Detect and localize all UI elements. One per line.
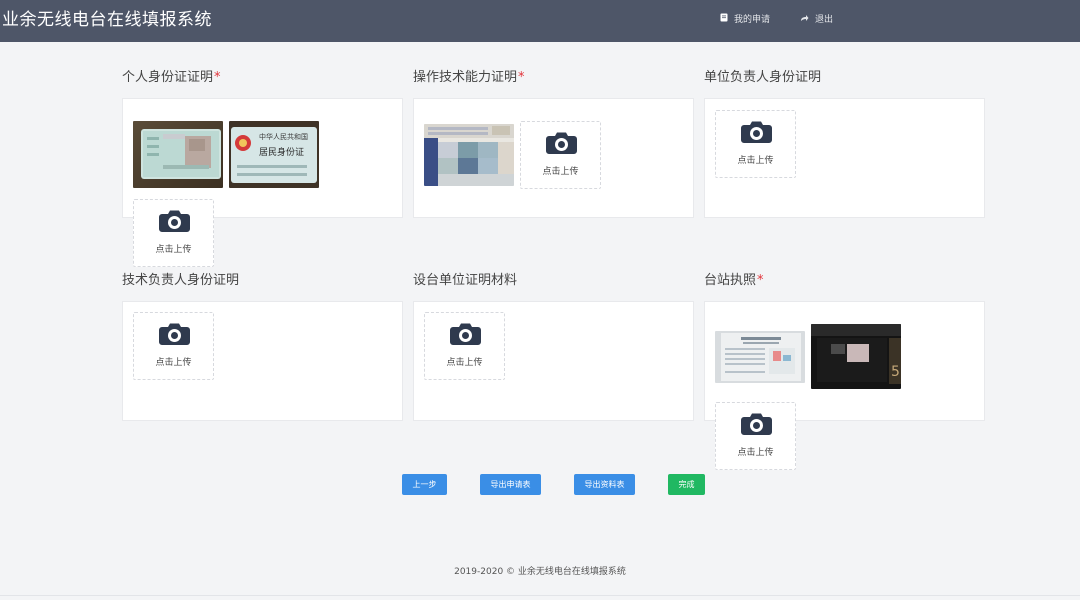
upload-label: 点击上传 xyxy=(155,245,192,255)
upload-label: 点击上传 xyxy=(446,358,483,368)
finish-button[interactable]: 完成 xyxy=(668,474,705,495)
section-title-station-unit-proof: 设台单位证明材料 xyxy=(413,272,517,290)
section-title-text: 操作技术能力证明 xyxy=(413,70,518,85)
nav-my-applications[interactable]: 我的申请 xyxy=(720,13,770,27)
prev-step-button[interactable]: 上一步 xyxy=(402,474,447,495)
upload-button-personal-id[interactable]: 点击上传 xyxy=(133,199,214,267)
id-card-front-thumbnail[interactable]: 中华人民共和国 居民身份证 xyxy=(229,121,319,188)
required-mark: * xyxy=(214,70,221,85)
upload-button-station-license[interactable]: 点击上传 xyxy=(715,402,796,470)
upload-button-unit-leader-id[interactable]: 点击上传 xyxy=(715,110,796,178)
station-license-document-thumbnail[interactable] xyxy=(715,331,805,383)
camera-icon xyxy=(450,323,481,345)
bottom-divider xyxy=(0,595,1080,596)
operator-certificate-thumbnail[interactable] xyxy=(424,124,514,186)
nav-my-applications-label: 我的申请 xyxy=(734,15,771,25)
section-title-text: 技术负责人身份证明 xyxy=(122,273,240,288)
nav-logout[interactable]: 退出 xyxy=(800,13,833,27)
section-title-station-license: 台站执照* xyxy=(704,272,764,290)
section-title-text: 台站执照 xyxy=(704,273,757,288)
svg-text:中华人民共和国: 中华人民共和国 xyxy=(259,132,308,141)
export-materials-button[interactable]: 导出资料表 xyxy=(574,474,635,495)
section-title-tech-leader-id: 技术负责人身份证明 xyxy=(122,272,239,290)
required-mark: * xyxy=(757,273,764,288)
camera-icon xyxy=(741,121,772,143)
nav-logout-label: 退出 xyxy=(815,15,834,25)
section-title-operator-skill: 操作技术能力证明* xyxy=(413,69,525,87)
upload-label: 点击上传 xyxy=(737,448,774,458)
app-title: 业余无线电台在线填报系统 xyxy=(2,10,212,30)
upload-button-station-unit-proof[interactable]: 点击上传 xyxy=(424,312,505,380)
camera-icon xyxy=(159,323,190,345)
id-card-back-thumbnail[interactable] xyxy=(133,121,223,188)
camera-icon xyxy=(741,413,772,435)
section-title-text: 个人身份证证明 xyxy=(122,70,214,85)
document-icon xyxy=(720,13,728,27)
export-application-button[interactable]: 导出申请表 xyxy=(480,474,541,495)
camera-icon xyxy=(159,210,190,232)
upload-label: 点击上传 xyxy=(155,358,192,368)
required-mark: * xyxy=(518,70,525,85)
footer-copyright: 2019-2020 © 业余无线电台在线填报系统 xyxy=(454,567,626,577)
section-title-unit-leader-id: 单位负责人身份证明 xyxy=(704,69,821,87)
svg-text:5: 5 xyxy=(891,364,900,380)
upload-button-operator-skill[interactable]: 点击上传 xyxy=(520,121,601,189)
top-navbar: 业余无线电台在线填报系统 我的申请 退出 xyxy=(0,0,1080,42)
upload-label: 点击上传 xyxy=(737,156,774,166)
share-arrow-icon xyxy=(800,13,809,27)
upload-label: 点击上传 xyxy=(542,167,579,177)
section-title-personal-id: 个人身份证证明* xyxy=(122,69,221,87)
upload-button-tech-leader-id[interactable]: 点击上传 xyxy=(133,312,214,380)
svg-text:居民身份证: 居民身份证 xyxy=(259,146,304,158)
section-title-text: 单位负责人身份证明 xyxy=(704,70,822,85)
camera-icon xyxy=(546,132,577,154)
station-equipment-photo-thumbnail[interactable]: 5 xyxy=(811,324,901,389)
section-title-text: 设台单位证明材料 xyxy=(413,273,518,288)
